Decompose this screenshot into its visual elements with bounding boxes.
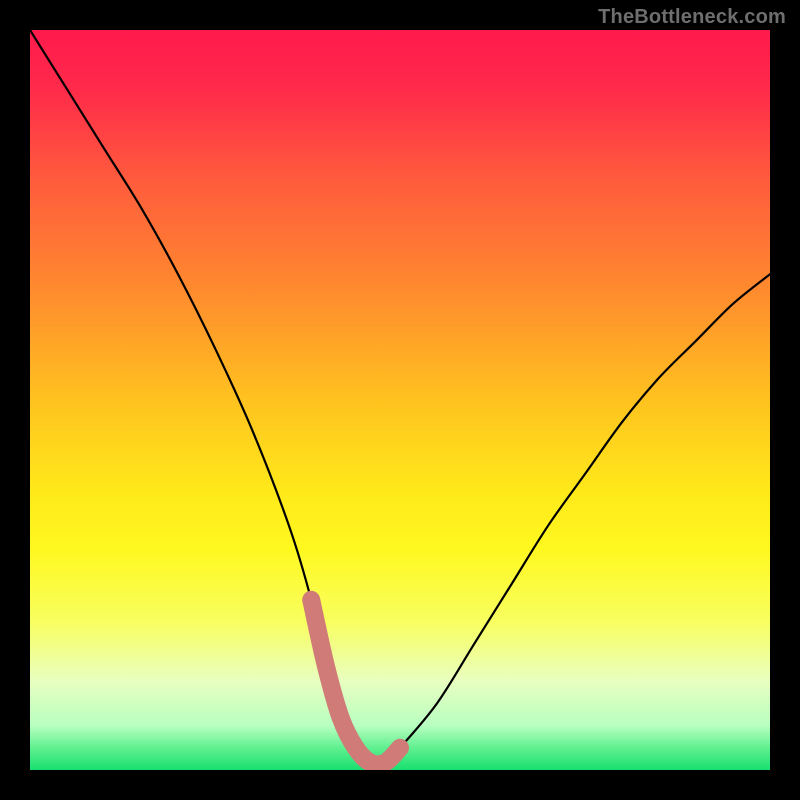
gradient-background bbox=[30, 30, 770, 770]
bottleneck-chart bbox=[0, 0, 800, 800]
watermark-label: TheBottleneck.com bbox=[598, 6, 786, 29]
